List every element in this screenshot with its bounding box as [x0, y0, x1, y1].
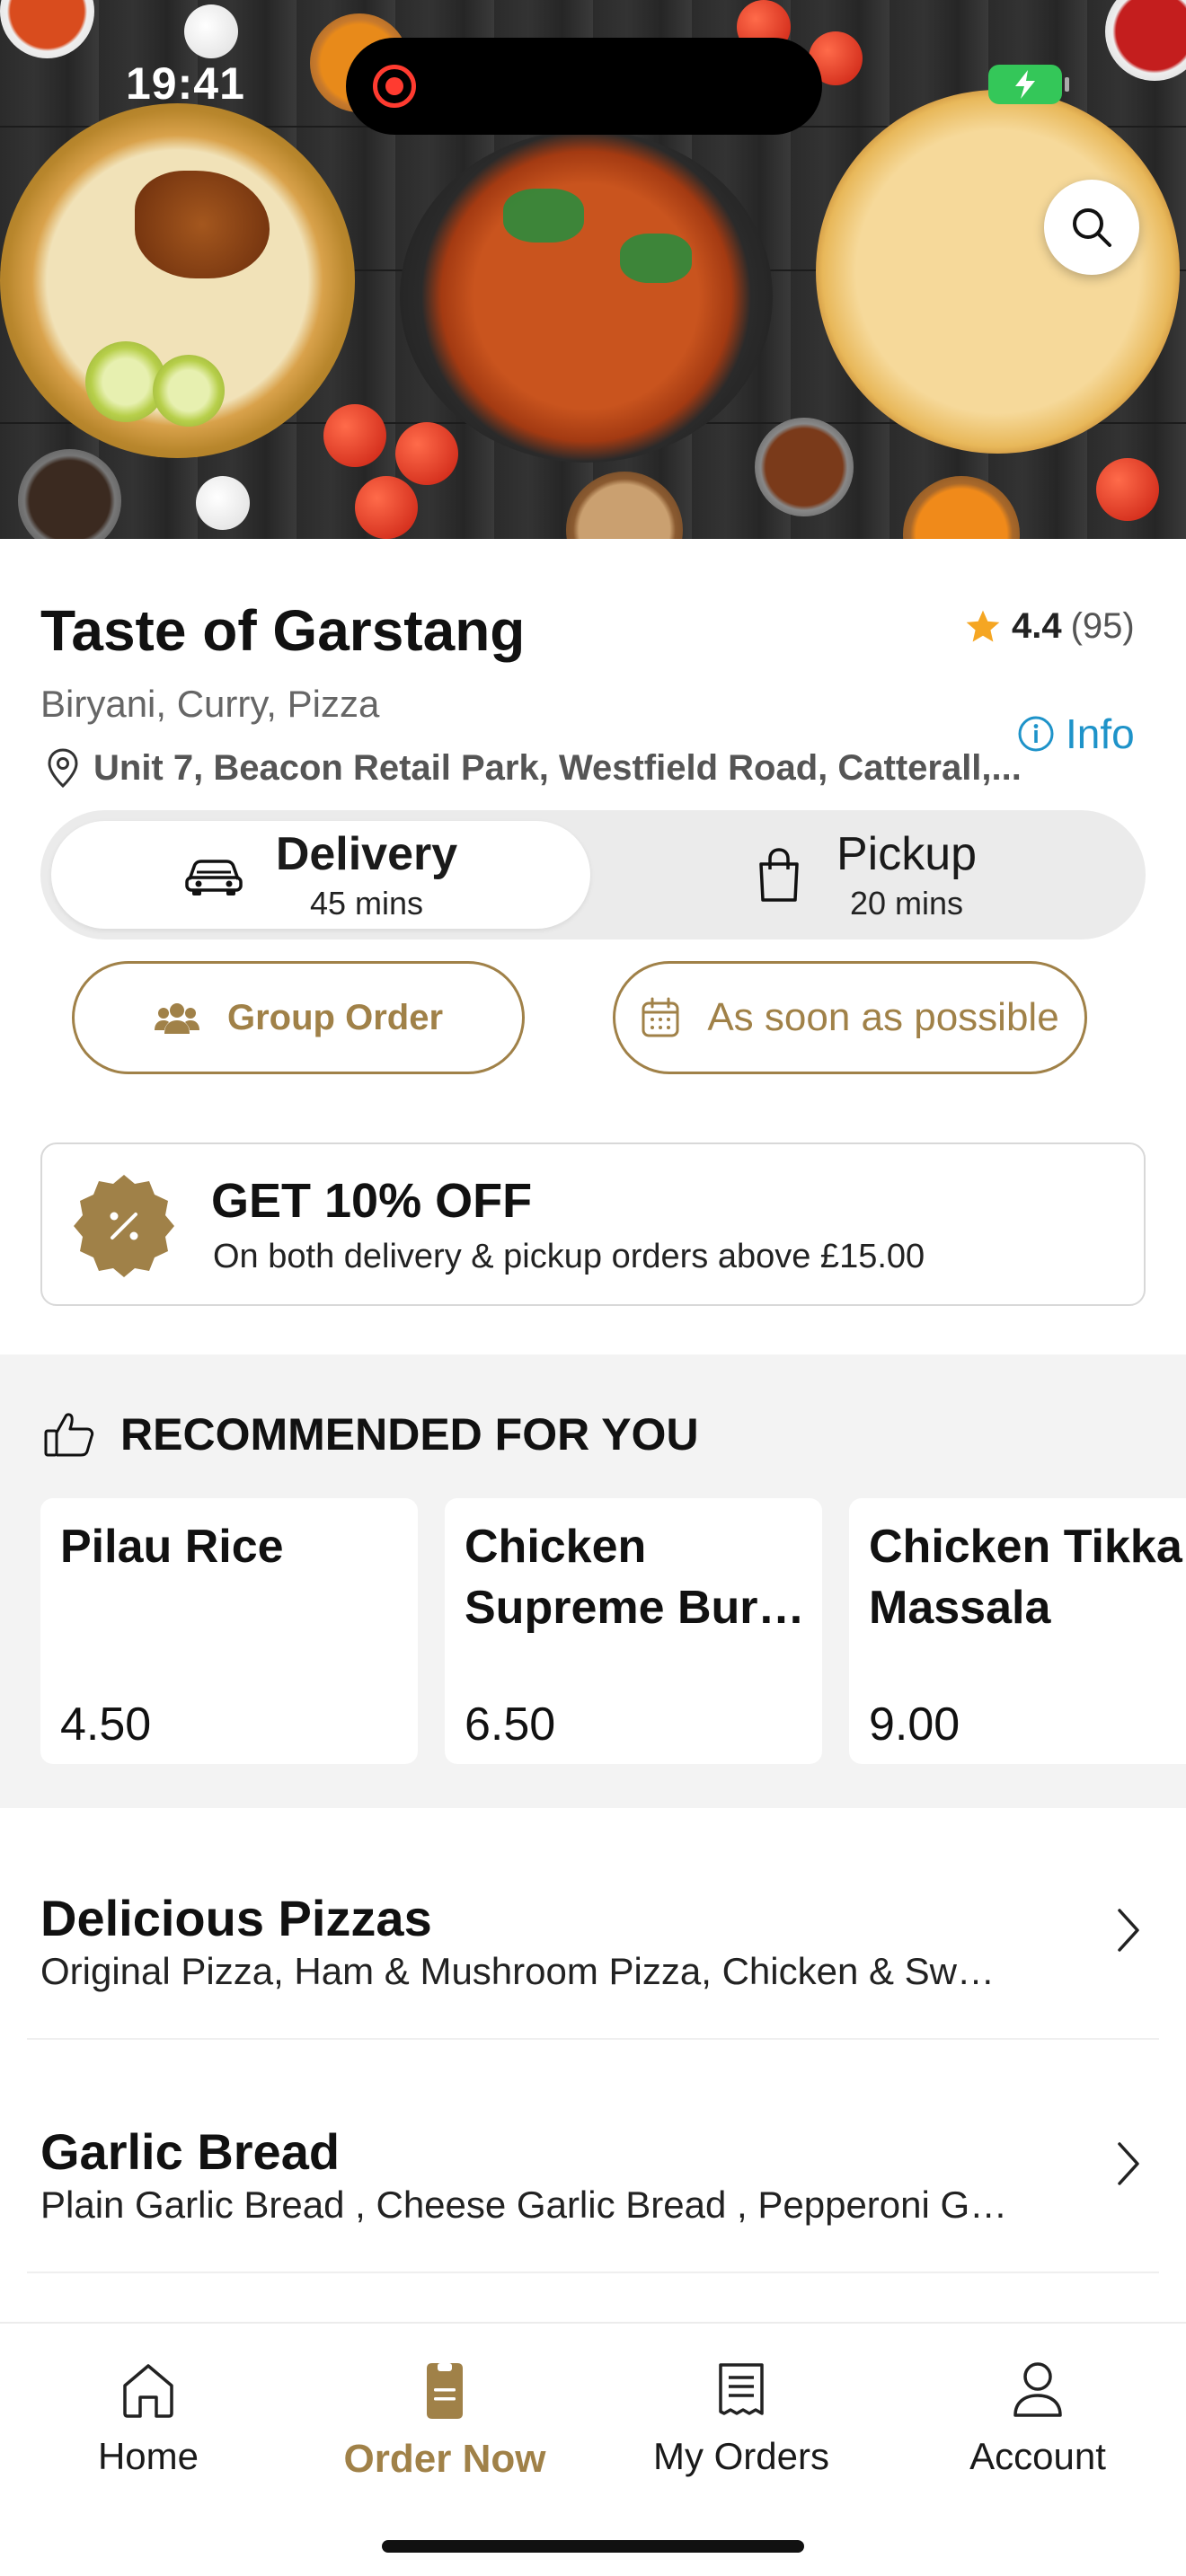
hero-banner: 19:41	[0, 0, 1186, 539]
info-icon	[1018, 716, 1054, 752]
recommended-item-name: Chicken Tikka Massala	[869, 1521, 1182, 1634]
offer-subtitle: On both delivery & pickup orders above £…	[213, 1238, 925, 1275]
recommended-card[interactable]: Chicken Supreme Bur… 6.50	[445, 1498, 822, 1764]
search-icon	[1073, 208, 1111, 247]
restaurant-name: Taste of Garstang	[40, 598, 526, 663]
order-icon	[427, 2363, 463, 2419]
user-icon	[1013, 2362, 1062, 2417]
home-icon	[123, 2364, 173, 2418]
chevron-right-icon	[1118, 2142, 1139, 2185]
rating-value: 4.4	[1012, 606, 1062, 646]
tab-home[interactable]: Home	[0, 2361, 296, 2478]
recommended-title: RECOMMENDED FOR YOU	[120, 1409, 699, 1460]
recommended-item-price: 9.00	[869, 1698, 960, 1751]
delivery-label: Delivery	[275, 828, 458, 880]
info-label: Info	[1066, 710, 1135, 757]
rating-count: (95)	[1070, 606, 1135, 646]
group-order-button[interactable]: Group Order	[72, 961, 525, 1074]
tab-bar: Home Order Now My Orders Account	[0, 2322, 1186, 2576]
curry-dish-image	[400, 130, 773, 463]
divider	[27, 2038, 1159, 2040]
calendar-icon	[642, 997, 679, 1037]
receipt-icon	[719, 2363, 764, 2415]
schedule-label: As soon as possible	[707, 995, 1059, 1039]
recommended-header: RECOMMENDED FOR YOU	[43, 1408, 699, 1460]
discount-badge-icon	[74, 1175, 174, 1277]
rating: 4.4 (95)	[963, 606, 1135, 647]
status-time: 19:41	[126, 58, 245, 109]
recommended-item-price: 6.50	[465, 1698, 556, 1751]
pickup-time: 20 mins	[849, 885, 964, 922]
recommended-item-name: Pilau Rice	[60, 1521, 284, 1573]
pizza-dish-image	[816, 90, 1180, 454]
tab-label: Account	[969, 2435, 1106, 2477]
order-mode-toggle: Delivery 45 mins Pickup 20 mins	[40, 810, 1146, 940]
delivery-time: 45 mins	[309, 885, 424, 922]
tab-account[interactable]: Account	[890, 2361, 1186, 2478]
cuisines: Biryani, Curry, Pizza	[40, 683, 380, 725]
recommended-item-name: Chicken Supreme Bur…	[465, 1521, 805, 1634]
category-title: Garlic Bread	[40, 2123, 341, 2180]
tab-my-orders[interactable]: My Orders	[593, 2361, 890, 2478]
category-items: Plain Garlic Bread , Cheese Garlic Bread…	[40, 2183, 1008, 2226]
chevron-right-icon	[1118, 1909, 1139, 1952]
star-icon	[966, 610, 1000, 641]
category-row[interactable]: Garlic Bread Plain Garlic Bread , Cheese…	[0, 2042, 1186, 2273]
tab-label: Home	[97, 2435, 199, 2477]
category-items: Original Pizza, Ham & Mushroom Pizza, Ch…	[40, 1950, 995, 1992]
address-text: Unit 7, Beacon Retail Park, Westfield Ro…	[93, 747, 1022, 788]
recommended-card[interactable]: Chicken Tikka Massala 9.00	[849, 1498, 1186, 1764]
group-order-label: Group Order	[226, 997, 444, 1037]
schedule-button[interactable]: As soon as possible	[613, 961, 1087, 1074]
recommended-card[interactable]: Pilau Rice 4.50	[40, 1498, 418, 1764]
tab-order-now[interactable]: Order Now	[296, 2361, 593, 2482]
tab-label: My Orders	[652, 2435, 829, 2477]
tab-label: Order Now	[343, 2437, 546, 2481]
address: Unit 7, Beacon Retail Park, Westfield Ro…	[45, 747, 1022, 789]
offer-banner[interactable]: GET 10% OFF On both delivery & pickup or…	[40, 1142, 1146, 1306]
battery-icon	[988, 65, 1069, 104]
divider	[27, 2272, 1159, 2273]
car-icon	[185, 860, 243, 895]
home-indicator	[382, 2540, 804, 2553]
info-link[interactable]: Info	[1017, 710, 1135, 758]
offer-title: GET 10% OFF	[211, 1174, 533, 1228]
shopping-bag-icon	[759, 848, 799, 902]
pickup-option[interactable]: Pickup 20 mins	[596, 821, 1135, 929]
delivery-option[interactable]: Delivery 45 mins	[51, 821, 590, 929]
category-row[interactable]: Delicious Pizzas Original Pizza, Ham & M…	[0, 1808, 1186, 2040]
recommended-item-price: 4.50	[60, 1698, 152, 1751]
thumbs-up-icon	[44, 1413, 94, 1457]
recommended-section: RECOMMENDED FOR YOU Pilau Rice 4.50 Chic…	[0, 1354, 1186, 1808]
category-title: Delicious Pizzas	[40, 1890, 432, 1946]
group-icon	[154, 1003, 199, 1034]
pickup-label: Pickup	[836, 828, 978, 880]
search-button[interactable]	[1044, 180, 1139, 275]
location-pin-icon	[48, 748, 78, 789]
recording-icon	[373, 65, 416, 108]
dynamic-island	[346, 38, 822, 135]
